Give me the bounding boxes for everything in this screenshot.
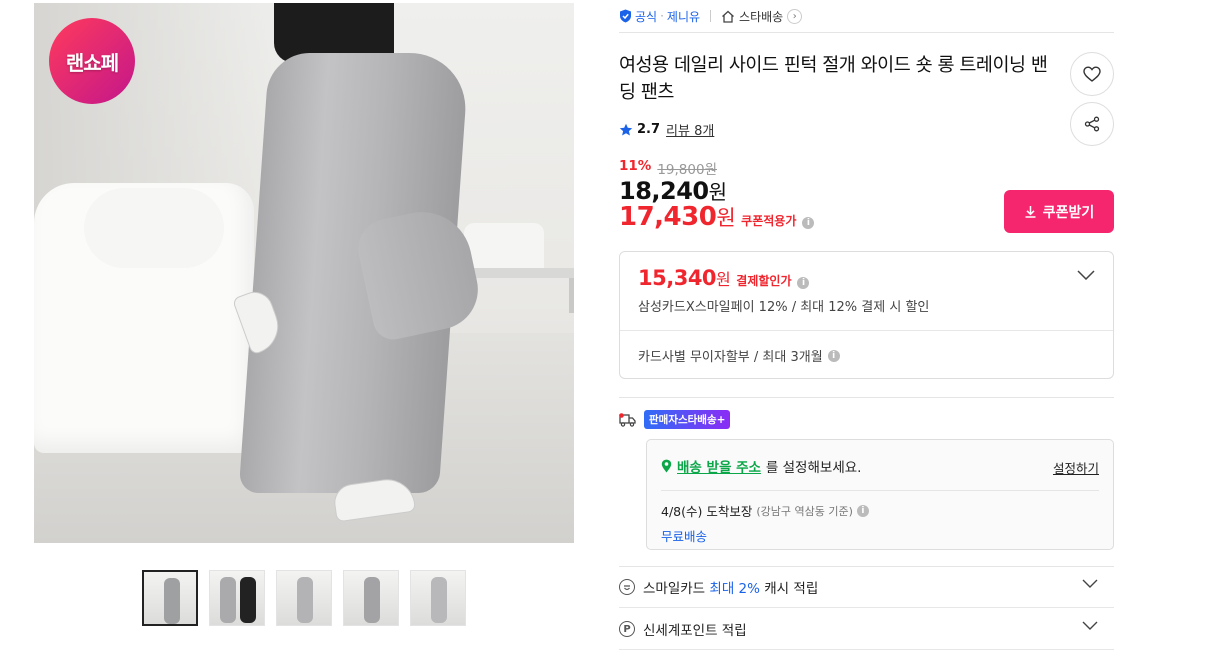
thumbnail-1[interactable] [142,570,198,626]
badge-text: 랜쇼페 [65,50,119,75]
coupon-price-value: 17,430 [619,202,717,232]
discount-rate: 11% [619,158,652,174]
product-info-panel: 공식 · 제니유 스타배송 › 여성용 데일리 사이드 핀턱 절개 와이드 숏 … [619,0,1114,650]
seller-star-delivery-tag: 판매자스타배송+ [644,410,731,429]
info-icon[interactable]: i [797,277,810,289]
photo-table-leg [569,278,574,313]
star-delivery-link[interactable]: 스타배송 › [721,8,803,25]
payment-price: 15,340원 [638,266,731,290]
thumbnail-4[interactable] [343,570,399,626]
brand-bar: 공식 · 제니유 스타배송 › [619,0,1114,33]
coupon-price-unit: 원 [716,206,736,230]
payment-price-unit: 원 [716,270,731,289]
arrival-date: 4/8(수) 도착보장 [661,504,753,519]
smile-card-text: 스마일카드 최대 2% 캐시 적립 [643,577,818,597]
photo-sofa-cushion [84,188,224,268]
arrival-basis: (강남구 역삼동 기준) [756,504,853,518]
get-coupon-button[interactable]: 쿠폰받기 [1004,190,1114,233]
ranshope-badge-logo: 랜쇼페 [49,18,135,104]
photo-model-pants-leg [352,202,486,344]
location-pin-icon [661,459,672,473]
official-store-link[interactable]: 공식 · 제니유 [619,8,700,25]
info-icon[interactable]: i [827,349,840,362]
review-count-link[interactable]: 리뷰 8개 [666,120,714,139]
brand-name: 제니유 [666,9,701,24]
info-icon[interactable]: i [802,217,815,229]
shield-check-icon [620,9,631,23]
discount-row: 11% 19,800원 [619,158,717,178]
thumbnail-5[interactable] [410,570,466,626]
point-icon: P [619,621,635,637]
smile-card-benefit-row[interactable]: 스마일카드 최대 2% 캐시 적립 [619,567,1114,608]
address-prompt-suffix: 를 설정해보세요. [765,460,862,476]
payment-discount-header[interactable]: 15,340원 결제할인가 i 삼성카드X스마일페이 12% / 최대 12% … [620,252,1113,331]
share-button[interactable] [1070,102,1114,146]
official-label: 공식 [635,9,658,24]
payment-price-value: 15,340 [638,266,717,290]
home-icon [722,10,734,23]
payment-discount-box: 15,340원 결제할인가 i 삼성카드X스마일페이 12% / 최대 12% … [619,251,1114,379]
payment-price-row: 15,340원 결제할인가 i [638,266,1095,290]
chevron-down-icon [1082,579,1098,588]
set-address-link[interactable]: 설정하기 [1053,458,1099,477]
share-icon [1084,116,1100,132]
product-title: 여성용 데일리 사이드 핀턱 절개 와이드 숏 롱 트레이닝 밴딩 팬츠 [619,55,1048,103]
smile-card-prefix: 스마일카드 [643,581,706,597]
address-prompt: 배송 받을 주소 를 설정해보세요. [661,456,1099,476]
arrival-guarantee: 4/8(수) 도착보장 (강남구 역삼동 기준) i [661,501,1099,520]
original-price: 19,800원 [657,162,717,178]
thumbnail-2[interactable] [209,570,265,626]
chevron-right-icon: › [787,8,803,24]
dot-separator: · [660,9,664,23]
smile-card-highlight: 최대 2% [709,581,760,597]
thumbnail-strip [142,570,466,626]
get-coupon-label: 쿠폰받기 [1042,203,1095,220]
shinsegae-point-label: 신세계포인트 적립 [643,623,747,639]
sale-price-unit: 원 [708,180,727,204]
free-shipping-label: 무료배송 [661,529,708,544]
wishlist-button[interactable] [1070,52,1114,96]
installment-row: 카드사별 무이자할부 / 최대 3개월 i [620,331,1113,380]
chevron-down-icon[interactable] [1077,270,1095,280]
truck-icon [619,412,636,427]
delivery-type-row: 판매자스타배송+ [619,410,731,429]
chevron-down-icon [1082,621,1098,630]
rating-row: 2.7 리뷰 8개 [619,120,714,139]
divider [710,10,712,22]
star-delivery-label: 스타배송 [739,9,784,24]
coupon-price-row: 17,430원 쿠폰적용가 i [619,202,815,232]
rating-score: 2.7 [637,122,661,137]
coupon-applied-label: 쿠폰적용가 [741,214,797,228]
thumbnail-3[interactable] [276,570,332,626]
info-icon[interactable]: i [856,504,869,517]
main-product-image[interactable]: 랜쇼페 [34,3,574,543]
shipping-address-link[interactable]: 배송 받을 주소 [677,456,761,476]
smile-card-icon [619,579,635,595]
smile-card-suffix: 캐시 적립 [764,581,819,597]
payment-discount-label: 결제할인가 [736,274,792,288]
sale-price: 18,240원 [619,176,727,205]
shipping-info-box: 배송 받을 주소 를 설정해보세요. 설정하기 4/8(수) 도착보장 (강남구… [646,439,1114,550]
coupon-price: 17,430원 [619,202,736,232]
shinsegae-point-row[interactable]: P 신세계포인트 적립 [619,609,1114,650]
heart-icon [1083,66,1101,82]
shipping-divider [661,490,1099,491]
installment-desc: 카드사별 무이자할부 / 최대 3개월 [638,350,823,365]
sale-price-value: 18,240 [619,177,709,205]
download-icon [1025,206,1036,218]
section-divider [619,397,1114,398]
star-icon [619,123,633,135]
card-discount-desc: 삼성카드X스마일페이 12% / 최대 12% 결제 시 할인 [638,300,930,315]
